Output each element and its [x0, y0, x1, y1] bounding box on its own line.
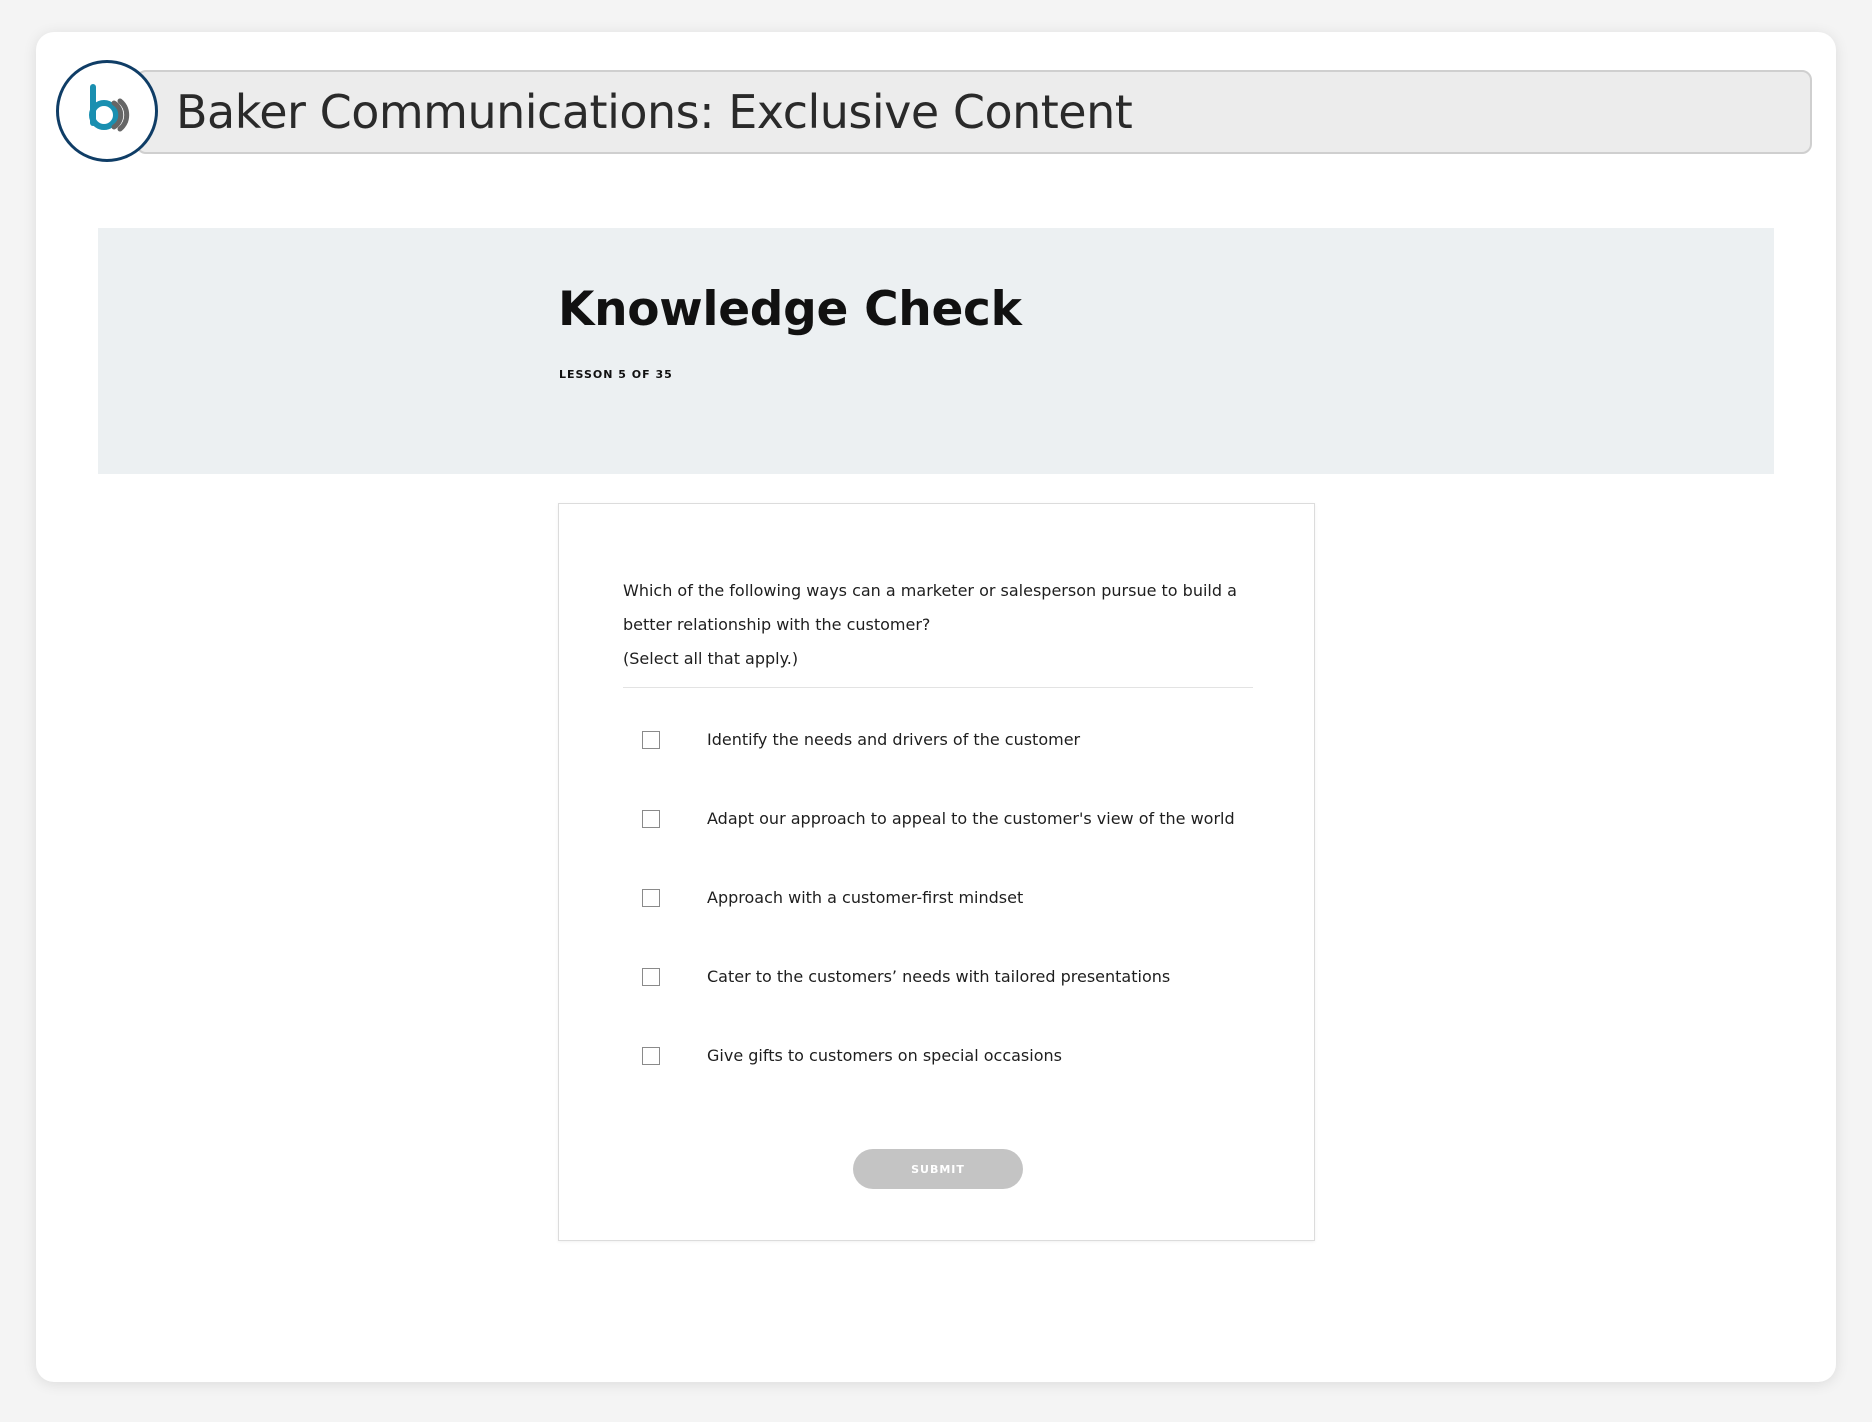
checkbox[interactable] [642, 968, 660, 986]
answer-option[interactable]: Approach with a customer-first mindset [623, 867, 1253, 946]
checkbox[interactable] [642, 889, 660, 907]
answer-options: Identify the needs and drivers of the cu… [623, 709, 1253, 1104]
answer-option[interactable]: Identify the needs and drivers of the cu… [623, 709, 1253, 788]
question-text: Which of the following ways can a market… [623, 574, 1253, 676]
question-line-1: Which of the following ways can a market… [623, 581, 1237, 600]
logo-graphic [89, 84, 130, 132]
baker-logo-icon [56, 60, 158, 162]
checkbox[interactable] [642, 1047, 660, 1065]
checkbox[interactable] [642, 810, 660, 828]
answer-option[interactable]: Cater to the customers’ needs with tailo… [623, 946, 1253, 1025]
option-label: Cater to the customers’ needs with tailo… [707, 967, 1171, 986]
lesson-title: Knowledge Check [558, 282, 1022, 337]
question-instruction: (Select all that apply.) [623, 649, 799, 668]
question-divider [623, 687, 1253, 688]
lesson-progress: LESSON 5 OF 35 [559, 368, 673, 381]
quiz-card: Which of the following ways can a market… [558, 503, 1315, 1241]
submit-button[interactable]: SUBMIT [853, 1149, 1023, 1189]
checkbox[interactable] [642, 731, 660, 749]
site-title: Baker Communications: Exclusive Content [176, 85, 1133, 139]
option-label: Identify the needs and drivers of the cu… [707, 730, 1081, 749]
answer-option[interactable]: Adapt our approach to appeal to the cust… [623, 788, 1253, 867]
question-line-2: better relationship with the customer? [623, 615, 931, 634]
option-label: Approach with a customer-first mindset [707, 888, 1024, 907]
option-label: Give gifts to customers on special occas… [707, 1046, 1062, 1065]
app-window: Baker Communications: Exclusive Content … [36, 32, 1836, 1382]
option-label: Adapt our approach to appeal to the cust… [707, 809, 1235, 828]
lesson-hero: Knowledge Check LESSON 5 OF 35 [98, 228, 1774, 474]
answer-option[interactable]: Give gifts to customers on special occas… [623, 1025, 1253, 1104]
